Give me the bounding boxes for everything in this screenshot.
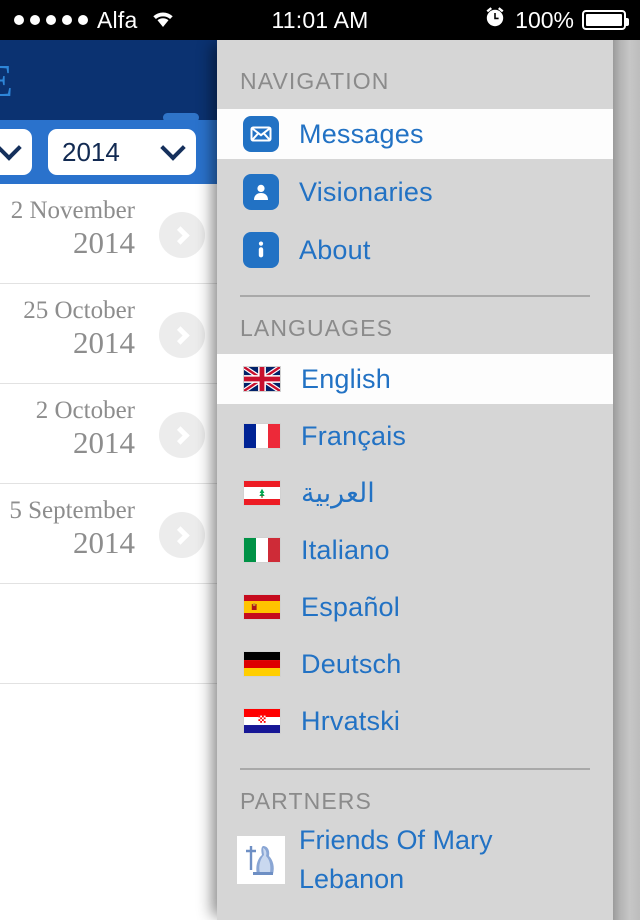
list-item-day: 2 October	[35, 397, 135, 424]
chevron-down-icon	[160, 135, 186, 161]
alarm-clock-icon	[483, 5, 507, 35]
sidebar-item-label: Messages	[299, 118, 424, 149]
language-label: English	[301, 363, 391, 394]
status-bar-right: 100%	[410, 5, 640, 35]
friends-of-mary-logo-icon	[237, 836, 285, 884]
flag-united-kingdom-icon	[243, 366, 281, 392]
person-icon	[243, 174, 279, 210]
flag-lebanon-icon	[243, 480, 281, 506]
list-item[interactable]: 2 October 2014	[0, 384, 217, 484]
flag-croatia-icon	[243, 708, 281, 734]
list-item-day: 5 September	[9, 497, 135, 524]
section-title-languages: LANGUAGES	[240, 315, 394, 341]
navigation-drawer: NAVIGATION Messages Visionaries About LA…	[217, 40, 613, 920]
filter-bar: 2014	[0, 120, 217, 184]
language-label: Hrvatski	[301, 705, 401, 736]
list-item-date: 25 October 2014	[23, 296, 135, 360]
language-label: Español	[301, 591, 400, 622]
background-app: JE 2014 2 November 2014	[0, 40, 217, 920]
list-item-year: 2014	[73, 325, 135, 360]
year-dropdown[interactable]: 2014	[48, 129, 196, 175]
status-bar-left: Alfa	[0, 7, 230, 34]
list-item[interactable]	[0, 584, 217, 684]
language-label: العربية	[301, 477, 375, 508]
list-item[interactable]: 25 October 2014	[0, 284, 217, 384]
list-item-day: 2 November	[10, 197, 135, 224]
status-bar: Alfa 11:01 AM 100%	[0, 0, 640, 40]
list-item-date: 5 September 2014	[9, 496, 135, 560]
language-label: Français	[301, 420, 407, 451]
message-list: 2 November 2014 25 October 2014 2 Octobe…	[0, 184, 217, 684]
language-item-hrvatski[interactable]: Hrvatski	[217, 696, 613, 746]
info-icon	[243, 232, 279, 268]
sidebar-item-label: Visionaries	[299, 176, 433, 207]
language-item-espanol[interactable]: Español	[217, 582, 613, 632]
language-label: Italiano	[301, 534, 390, 565]
sidebar-item-about[interactable]: About	[217, 225, 613, 275]
language-item-arabic[interactable]: العربية	[217, 468, 613, 518]
month-dropdown[interactable]	[0, 129, 32, 175]
chevron-right-icon[interactable]	[159, 212, 205, 258]
carrier-label: Alfa	[97, 6, 138, 33]
list-item-day: 25 October	[23, 297, 135, 324]
list-item-date: 2 October 2014	[36, 396, 135, 460]
drawer-right-edge	[613, 40, 640, 920]
language-label: Deutsch	[301, 648, 402, 679]
section-divider	[240, 768, 590, 770]
partner-item-friends-of-mary-lebanon[interactable]: Friends Of Mary Lebanon	[217, 821, 613, 899]
chevron-right-icon[interactable]	[159, 412, 205, 458]
flag-spain-icon	[243, 594, 281, 620]
section-title-partners: PARTNERS	[240, 788, 372, 814]
battery-percent-label: 100%	[515, 6, 574, 33]
chevron-right-icon[interactable]	[159, 312, 205, 358]
phone-screen: Alfa 11:01 AM 100% 2014 2 November 2014 …	[0, 0, 640, 920]
flag-italy-icon	[243, 537, 281, 563]
clock-label: 11:01 AM	[271, 6, 369, 33]
app-logo: JE	[0, 54, 14, 107]
chevron-down-icon	[0, 135, 22, 161]
hamburger-menu-icon[interactable]	[155, 113, 201, 120]
language-item-english[interactable]: English	[217, 354, 613, 404]
partner-label: Friends Of Mary Lebanon	[299, 825, 493, 894]
section-divider	[240, 295, 590, 297]
chevron-right-icon[interactable]	[159, 512, 205, 558]
flag-france-icon	[243, 423, 281, 449]
list-item-year: 2014	[73, 525, 135, 560]
list-item[interactable]: 2 November 2014	[0, 184, 217, 284]
language-item-deutsch[interactable]: Deutsch	[217, 639, 613, 689]
list-item-date: 2 November 2014	[11, 196, 135, 260]
list-item-year: 2014	[73, 425, 135, 460]
language-item-francais[interactable]: Français	[217, 411, 613, 461]
battery-icon	[582, 10, 629, 30]
wifi-icon	[150, 8, 176, 33]
envelope-icon	[243, 116, 279, 152]
sidebar-item-visionaries[interactable]: Visionaries	[217, 167, 613, 217]
language-item-italiano[interactable]: Italiano	[217, 525, 613, 575]
signal-strength-icon	[14, 15, 88, 25]
sidebar-item-messages[interactable]: Messages	[217, 109, 613, 159]
list-item[interactable]: 5 September 2014	[0, 484, 217, 584]
sidebar-item-label: About	[299, 234, 371, 265]
list-item-year: 2014	[73, 225, 135, 260]
section-title-navigation: NAVIGATION	[240, 68, 390, 94]
year-value: 2014	[62, 136, 120, 167]
app-header: JE	[0, 40, 217, 120]
flag-germany-icon	[243, 651, 281, 677]
